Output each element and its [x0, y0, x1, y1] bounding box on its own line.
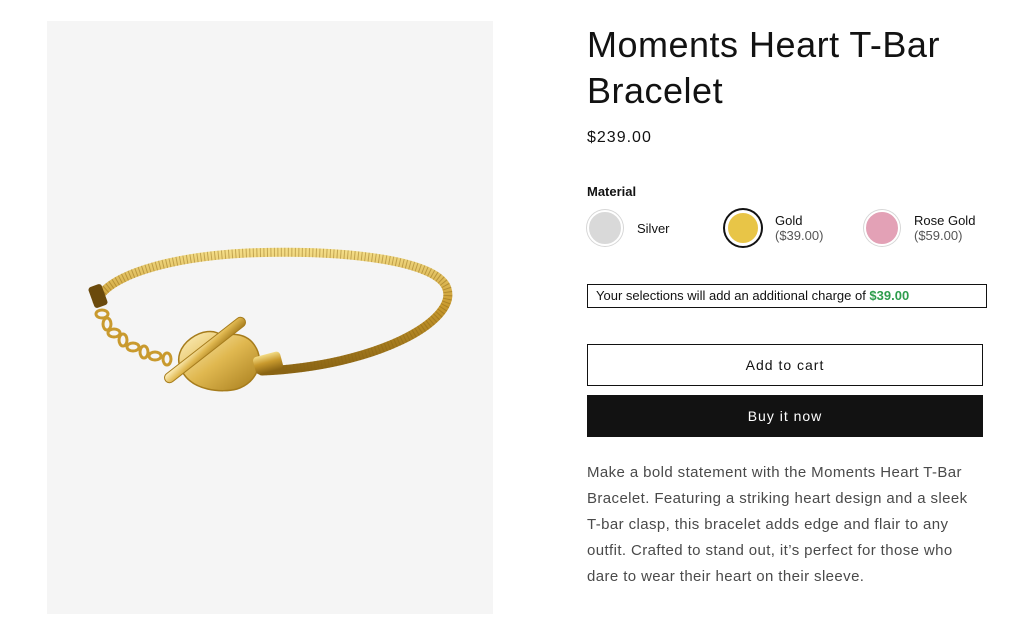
charge-amount: $39.00 — [869, 288, 910, 303]
product-page: Moments Heart T-Bar Bracelet $239.00 Mat… — [0, 0, 1024, 628]
additional-charge-notice: Your selections will add an additional c… — [587, 284, 987, 308]
add-to-cart-button[interactable]: Add to cart — [587, 344, 983, 386]
swatch-price: ($39.00) — [775, 228, 824, 243]
swatch-rose-gold[interactable]: Rose Gold ($59.00) — [864, 208, 975, 248]
swatch-name: Silver — [637, 220, 670, 236]
silver-swatch-dot — [587, 210, 623, 246]
rose-gold-swatch-dot — [864, 210, 900, 246]
swatch-label: Silver — [637, 221, 670, 236]
swatch-gold[interactable]: Gold ($39.00) — [725, 208, 823, 248]
material-label: Material — [587, 184, 637, 199]
swatch-label: Gold ($39.00) — [775, 213, 823, 243]
gold-swatch-dot — [725, 210, 761, 246]
bracelet-illustration — [88, 247, 453, 392]
product-description: Make a bold statement with the Moments H… — [587, 464, 968, 585]
product-title: Moments Heart T-Bar Bracelet — [587, 24, 940, 111]
swatch-label: Rose Gold ($59.00) — [914, 213, 975, 243]
swatch-name: Rose Gold — [914, 213, 976, 228]
charge-text: Your selections will add an additional c… — [596, 288, 870, 303]
swatch-silver[interactable]: Silver — [587, 208, 670, 248]
product-price: $239.00 — [587, 129, 652, 146]
buy-now-button[interactable]: Buy it now — [587, 395, 983, 437]
swatch-name: Gold — [775, 213, 803, 228]
product-image[interactable] — [47, 21, 493, 614]
swatch-price: ($59.00) — [914, 228, 963, 243]
